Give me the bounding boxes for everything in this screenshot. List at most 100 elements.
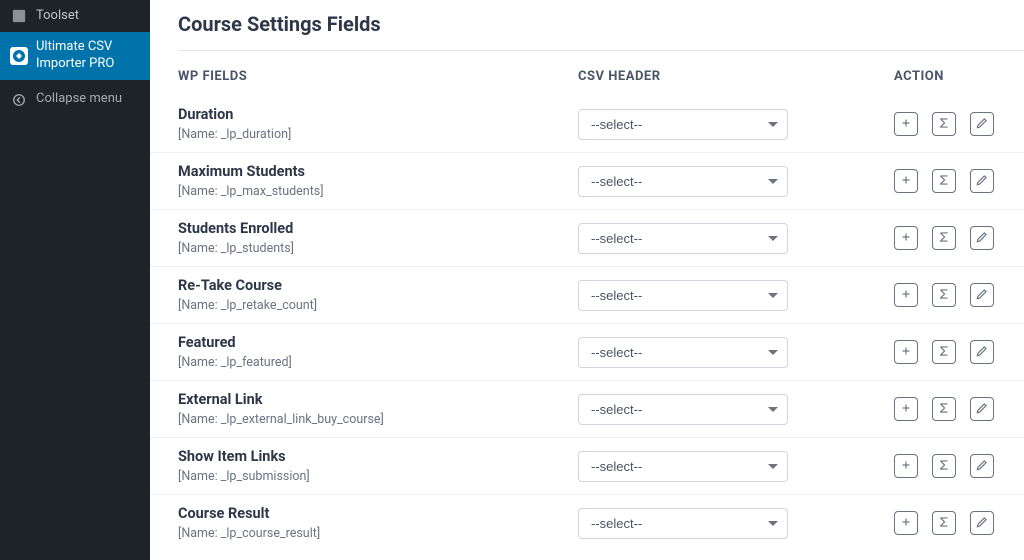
field-row: Course Result[Name: _lp_course_result]--…	[150, 495, 1024, 551]
edit-button[interactable]	[970, 283, 994, 307]
csv-header-select[interactable]: --select--	[578, 394, 788, 425]
edit-icon	[975, 343, 989, 362]
collapse-icon	[10, 91, 28, 109]
action-cell	[878, 340, 998, 364]
formula-button[interactable]	[932, 511, 956, 535]
csv-header-select[interactable]: --select--	[578, 223, 788, 254]
sigma-icon	[937, 286, 951, 305]
csv-select-wrap: --select--	[578, 223, 788, 254]
sidebar-item-toolset[interactable]: Toolset	[0, 0, 150, 32]
wp-field-cell: Featured[Name: _lp_featured]	[178, 334, 578, 370]
csv-header-cell: --select--	[578, 280, 878, 311]
csv-header-cell: --select--	[578, 109, 878, 140]
edit-icon	[975, 286, 989, 305]
edit-button[interactable]	[970, 340, 994, 364]
page-title: Course Settings Fields	[150, 0, 1024, 50]
formula-button[interactable]	[932, 397, 956, 421]
field-row: Show Item Links[Name: _lp_submission]--s…	[150, 438, 1024, 495]
csv-select-wrap: --select--	[578, 451, 788, 482]
formula-button[interactable]	[932, 454, 956, 478]
field-label: Course Result	[178, 505, 578, 522]
csv-select-wrap: --select--	[578, 394, 788, 425]
edit-icon	[975, 115, 989, 134]
csv-header-cell: --select--	[578, 166, 878, 197]
field-label: Re-Take Course	[178, 277, 578, 294]
column-header-action: ACTION	[878, 69, 998, 84]
field-meta: [Name: _lp_students]	[178, 241, 578, 256]
field-row: Maximum Students[Name: _lp_max_students]…	[150, 153, 1024, 210]
edit-icon	[975, 457, 989, 476]
add-static-button[interactable]	[894, 397, 918, 421]
plus-icon	[899, 286, 913, 305]
sigma-icon	[937, 229, 951, 248]
edit-button[interactable]	[970, 511, 994, 535]
csv-select-wrap: --select--	[578, 280, 788, 311]
add-static-button[interactable]	[894, 454, 918, 478]
sigma-icon	[937, 172, 951, 191]
field-label: Duration	[178, 106, 578, 123]
edit-icon	[975, 229, 989, 248]
action-cell	[878, 454, 998, 478]
csv-select-wrap: --select--	[578, 337, 788, 368]
edit-button[interactable]	[970, 397, 994, 421]
action-cell	[878, 283, 998, 307]
csv-header-cell: --select--	[578, 394, 878, 425]
csv-select-wrap: --select--	[578, 109, 788, 140]
plus-icon	[899, 400, 913, 419]
formula-button[interactable]	[932, 112, 956, 136]
admin-sidebar: Toolset Ultimate CSV Importer PRO Collap…	[0, 0, 150, 560]
wp-field-cell: External Link[Name: _lp_external_link_bu…	[178, 391, 578, 427]
formula-button[interactable]	[932, 169, 956, 193]
add-static-button[interactable]	[894, 169, 918, 193]
formula-button[interactable]	[932, 340, 956, 364]
field-row: Re-Take Course[Name: _lp_retake_count]--…	[150, 267, 1024, 324]
field-label: Featured	[178, 334, 578, 351]
edit-button[interactable]	[970, 226, 994, 250]
wp-field-cell: Course Result[Name: _lp_course_result]	[178, 505, 578, 541]
add-static-button[interactable]	[894, 511, 918, 535]
field-row: Students Enrolled [Name: _lp_students]--s…	[150, 210, 1024, 267]
edit-button[interactable]	[970, 454, 994, 478]
plus-icon	[899, 343, 913, 362]
csv-select-wrap: --select--	[578, 508, 788, 539]
formula-button[interactable]	[932, 226, 956, 250]
field-label: Show Item Links	[178, 448, 578, 465]
add-static-button[interactable]	[894, 226, 918, 250]
wp-field-cell: Maximum Students[Name: _lp_max_students]	[178, 163, 578, 199]
action-cell	[878, 226, 998, 250]
csv-header-cell: --select--	[578, 508, 878, 539]
sidebar-item-label: Toolset	[36, 8, 140, 25]
add-static-button[interactable]	[894, 283, 918, 307]
action-cell	[878, 511, 998, 535]
edit-button[interactable]	[970, 169, 994, 193]
wp-field-cell: Duration[Name: _lp_duration]	[178, 106, 578, 142]
field-meta: [Name: _lp_external_link_buy_course]	[178, 412, 578, 427]
edit-icon	[975, 400, 989, 419]
csv-header-select[interactable]: --select--	[578, 337, 788, 368]
csv-header-select[interactable]: --select--	[578, 451, 788, 482]
toolset-icon	[10, 7, 28, 25]
csv-header-select[interactable]: --select--	[578, 508, 788, 539]
formula-button[interactable]	[932, 283, 956, 307]
plus-icon	[899, 172, 913, 191]
edit-icon	[975, 172, 989, 191]
sidebar-item-csv-importer[interactable]: Ultimate CSV Importer PRO	[0, 32, 150, 80]
main-content: Course Settings Fields WP FIELDS CSV HEA…	[150, 0, 1024, 560]
wp-field-cell: Show Item Links[Name: _lp_submission]	[178, 448, 578, 484]
csv-header-select[interactable]: --select--	[578, 166, 788, 197]
csv-header-select[interactable]: --select--	[578, 280, 788, 311]
action-cell	[878, 169, 998, 193]
action-cell	[878, 112, 998, 136]
field-meta: [Name: _lp_max_students]	[178, 184, 578, 199]
sidebar-item-collapse[interactable]: Collapse menu	[0, 84, 150, 116]
csv-header-select[interactable]: --select--	[578, 109, 788, 140]
add-static-button[interactable]	[894, 340, 918, 364]
field-label: Students Enrolled	[178, 220, 578, 237]
add-static-button[interactable]	[894, 112, 918, 136]
sidebar-item-label: Collapse menu	[36, 91, 140, 108]
edit-button[interactable]	[970, 112, 994, 136]
action-cell	[878, 397, 998, 421]
field-row: Featured[Name: _lp_featured]--select--	[150, 324, 1024, 381]
sigma-icon	[937, 400, 951, 419]
column-header-wp: WP FIELDS	[178, 69, 578, 84]
